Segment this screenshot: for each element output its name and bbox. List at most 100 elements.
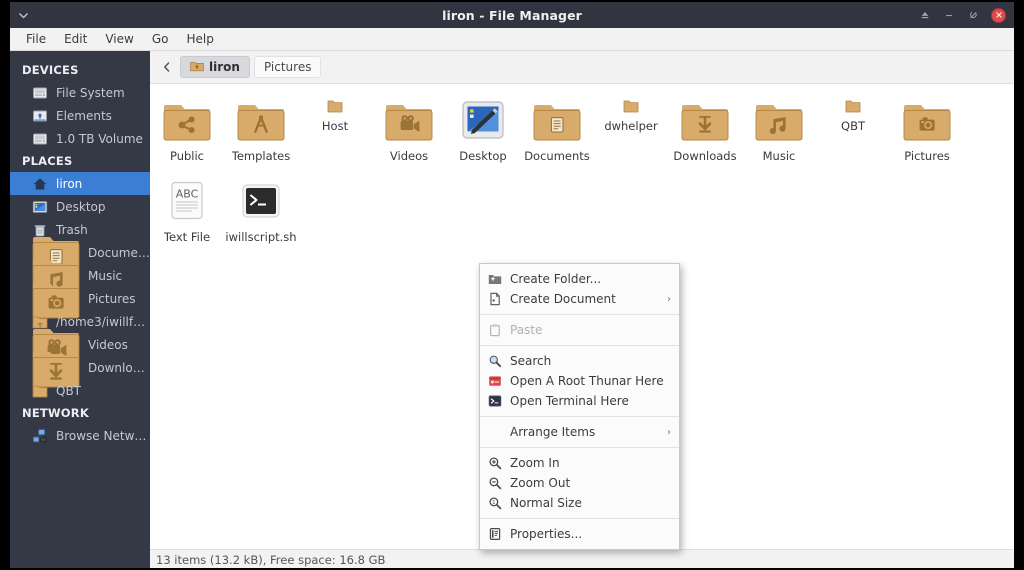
folder-icon <box>845 98 861 114</box>
close-icon[interactable] <box>991 7 1006 23</box>
sidebar-group-title: DEVICES <box>22 63 79 77</box>
breadcrumb-pictures[interactable]: Pictures <box>253 56 322 78</box>
context-menu-item-zoom-out[interactable]: Zoom Out <box>480 473 679 493</box>
sidebar-item-file-system[interactable]: File System <box>10 81 150 104</box>
submenu-arrow-icon: › <box>667 293 671 305</box>
chevron-left-icon[interactable] <box>158 56 176 78</box>
file-item-desktop[interactable]: Desktop <box>446 94 520 167</box>
sidebar-item-label: 1.0 TB Volume <box>56 131 143 146</box>
context-menu-item-label: Create Folder... <box>510 272 602 286</box>
sidebar-item-videos[interactable]: Videos <box>10 328 150 364</box>
file-item-videos[interactable]: Videos <box>372 94 446 167</box>
desktop-icon <box>32 199 48 215</box>
context-menu-item-label: Zoom In <box>510 456 560 470</box>
folder-downloads-icon <box>681 98 729 144</box>
menu-item-view[interactable]: View <box>97 30 141 48</box>
file-item-label: Pictures <box>904 149 950 163</box>
menu-item-edit[interactable]: Edit <box>56 30 95 48</box>
root-thunar-icon <box>488 374 502 388</box>
sidebar-item-documents[interactable]: Documents <box>10 236 150 272</box>
sidebar-item-label: Desktop <box>56 199 106 214</box>
context-menu-item-open-a-root-thunar-here[interactable]: Open A Root Thunar Here <box>480 371 679 391</box>
svg-text:1: 1 <box>492 500 495 506</box>
sidebar-group-title: NETWORK <box>22 406 89 420</box>
sidebar-item-elements[interactable]: Elements <box>10 104 150 127</box>
breadcrumb-label: liron <box>209 60 240 74</box>
folder-templates-icon <box>237 98 285 144</box>
folder-public-icon <box>163 98 211 144</box>
file-item-pictures[interactable]: Pictures <box>890 94 964 167</box>
context-menu-item-properties[interactable]: Properties... <box>480 524 679 544</box>
folder-pictures-icon <box>903 98 951 144</box>
sidebar-item-trash[interactable]: Trash <box>10 218 150 241</box>
sidebar-item-home3-iwillfol-o[interactable]: /home3/iwillfol o... <box>10 310 150 333</box>
drive-harddisk-icon <box>32 131 48 147</box>
sidebar-item-qbt[interactable]: QBT <box>10 379 150 402</box>
terminal-icon <box>488 394 502 408</box>
menu-item-file[interactable]: File <box>18 30 54 48</box>
file-item-label: Videos <box>389 149 429 163</box>
file-item-label: Music <box>762 149 796 163</box>
folder-icon <box>623 98 639 114</box>
chevron-down-icon[interactable] <box>10 2 36 28</box>
sidebar-item-music[interactable]: Music <box>10 259 150 295</box>
sidebar-item-downloads[interactable]: Downloads <box>10 351 150 387</box>
file-item-documents[interactable]: Documents <box>520 94 594 167</box>
context-menu-item-label: Normal Size <box>510 496 582 510</box>
context-menu-item-create-document[interactable]: Create Document › <box>480 289 679 309</box>
file-item-label: Text File <box>163 230 211 244</box>
context-menu-item-open-terminal-here[interactable]: Open Terminal Here <box>480 391 679 411</box>
window-controls <box>913 3 1014 27</box>
drive-harddisk-icon <box>32 85 48 101</box>
breadcrumb-liron[interactable]: liron <box>180 56 250 78</box>
context-menu-separator <box>480 345 679 346</box>
document-new-icon <box>488 292 502 306</box>
path-bar: liron Pictures <box>150 51 1014 84</box>
file-item-label: Downloads <box>673 149 737 163</box>
file-item-iwillscript-sh[interactable]: iwillscript.sh <box>224 175 298 248</box>
file-item-downloads[interactable]: Downloads <box>668 94 742 167</box>
sidebar-group-title: PLACES <box>22 154 73 168</box>
context-menu-item-search[interactable]: Search <box>480 351 679 371</box>
file-item-music[interactable]: Music <box>742 94 816 167</box>
home-folder-icon <box>190 59 204 75</box>
sidebar-item-label: liron <box>56 176 83 191</box>
file-item-dwhelper[interactable]: dwhelper <box>594 94 668 167</box>
minimize-icon[interactable] <box>937 3 961 27</box>
sidebar-item-desktop[interactable]: Desktop <box>10 195 150 218</box>
sidebar: DEVICES File System Elements 1.0 TB Volume P… <box>10 51 150 568</box>
file-item-host[interactable]: Host <box>298 94 372 167</box>
file-item-qbt[interactable]: QBT <box>816 94 890 167</box>
context-menu-item-label: Search <box>510 354 552 368</box>
file-item-public[interactable]: Public <box>150 94 224 167</box>
context-menu-item-normal-size[interactable]: 1 Normal Size <box>480 493 679 513</box>
title-bar: liron - File Manager <box>10 2 1014 28</box>
sidebar-item-liron[interactable]: liron <box>10 172 150 195</box>
shade-icon[interactable] <box>913 3 937 27</box>
file-item-label: Desktop <box>459 149 507 163</box>
sidebar-item-browse-network[interactable]: Browse Network <box>10 424 150 447</box>
sidebar-item-pictures[interactable]: Pictures <box>10 282 150 318</box>
zoom-out-icon <box>488 476 502 490</box>
folder-videos-icon <box>385 98 433 144</box>
file-manager-window: liron - File Manager File Edit View Go H… <box>10 2 1014 568</box>
file-item-templates[interactable]: Templates <box>224 94 298 167</box>
context-menu[interactable]: Create Folder... Create Document › Paste Sea… <box>479 263 680 550</box>
context-menu-item-label: Properties... <box>510 527 583 541</box>
menu-bar: File Edit View Go Help <box>10 28 1014 51</box>
maximize-icon[interactable] <box>961 3 985 27</box>
context-menu-separator <box>480 416 679 417</box>
menu-item-go[interactable]: Go <box>144 30 177 48</box>
sidebar-item-1-0-tb-volume[interactable]: 1.0 TB Volume <box>10 127 150 150</box>
context-menu-separator <box>480 447 679 448</box>
context-menu-item-create-folder[interactable]: Create Folder... <box>480 269 679 289</box>
file-item-label: iwillscript.sh <box>225 230 297 244</box>
home-icon <box>32 176 48 192</box>
context-menu-item-arrange-items[interactable]: Arrange Items › <box>480 422 679 442</box>
context-menu-item-zoom-in[interactable]: Zoom In <box>480 453 679 473</box>
file-item-label: Documents <box>524 149 590 163</box>
menu-item-help[interactable]: Help <box>178 30 221 48</box>
file-item-text-file[interactable]: ABC Text File <box>150 175 224 248</box>
desktop-background: liron - File Manager File Edit View Go H… <box>0 0 1024 570</box>
breadcrumb-label: Pictures <box>263 60 312 74</box>
